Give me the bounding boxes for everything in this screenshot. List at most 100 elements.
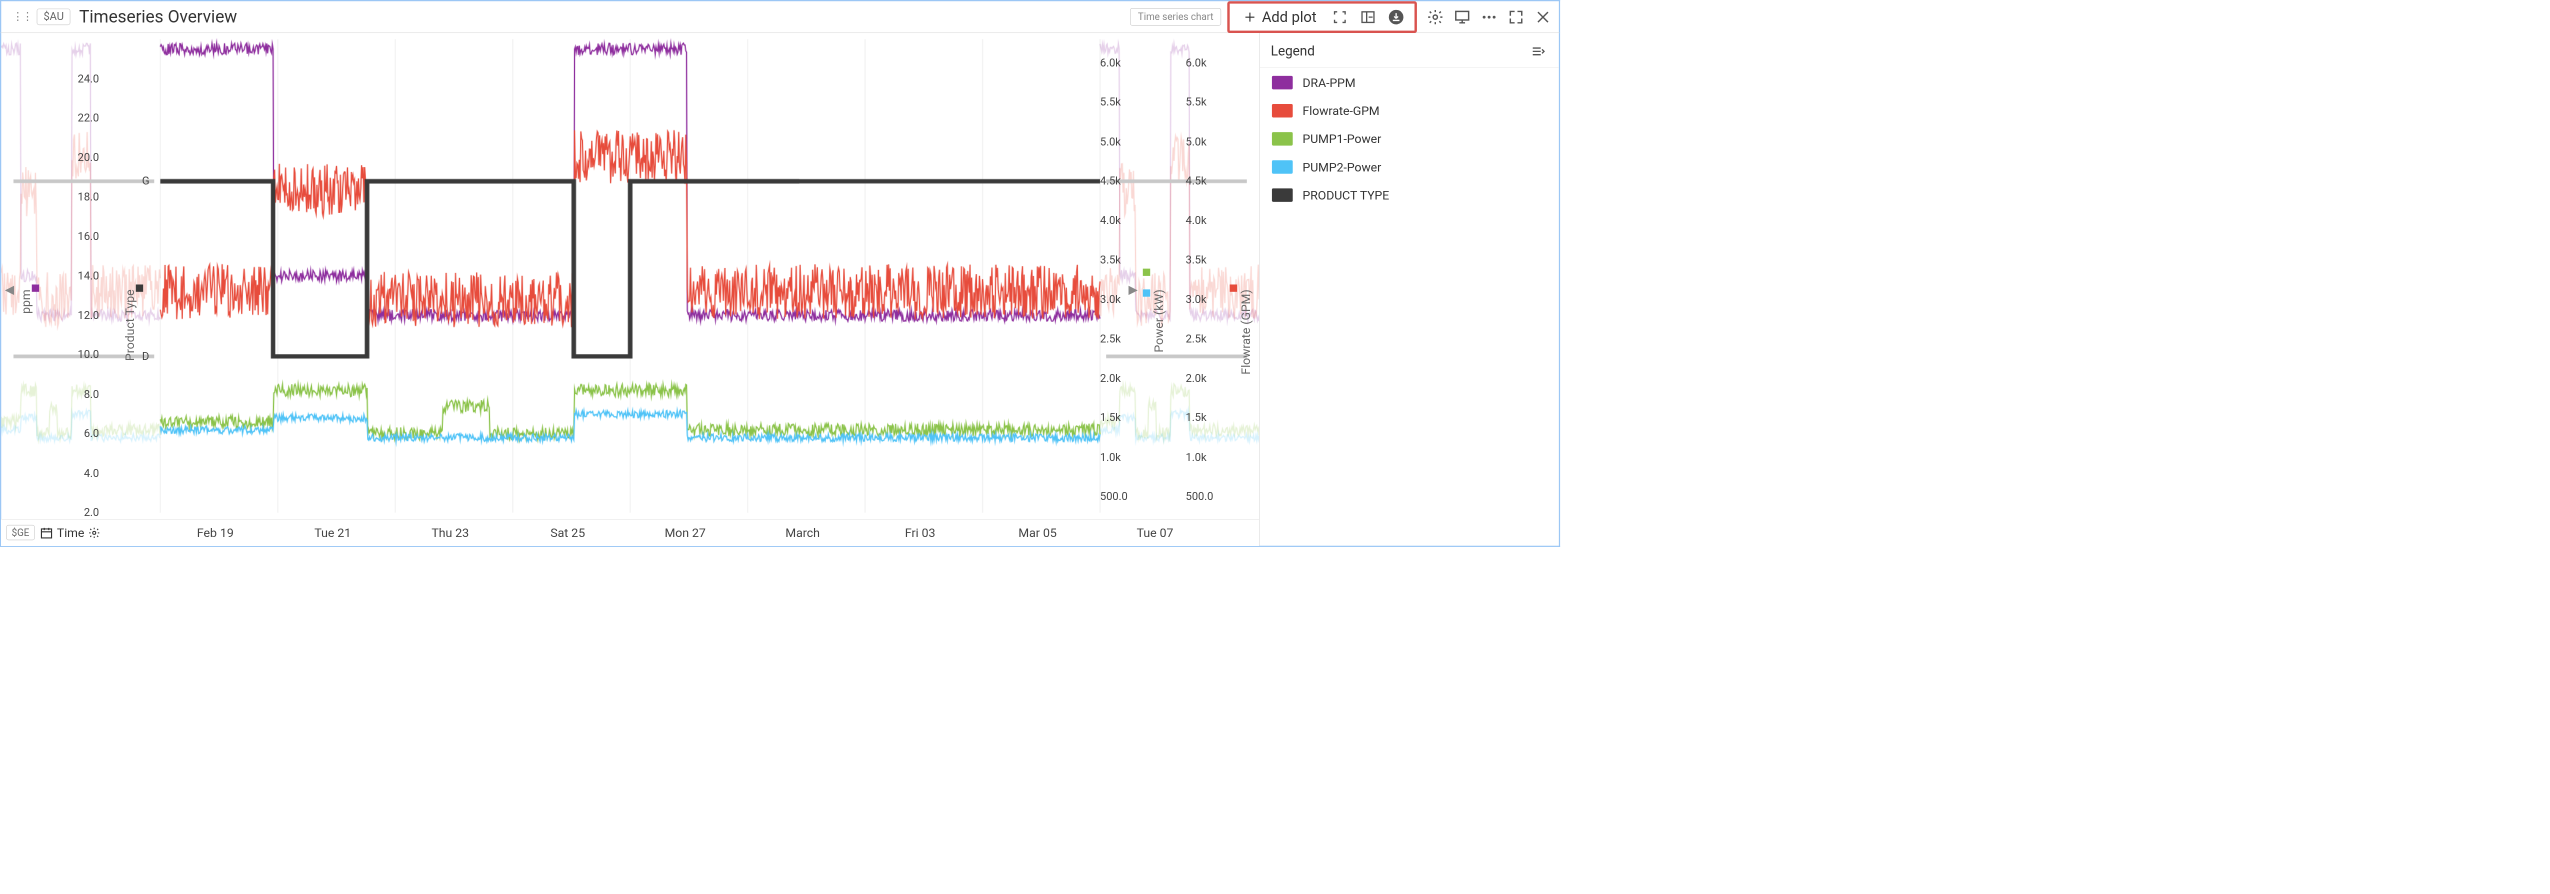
toolbar-right — [1425, 7, 1552, 27]
legend-item[interactable]: PUMP2-Power — [1272, 160, 1547, 175]
axis-label-flowrate: Flowrate (GPM) — [1238, 289, 1253, 374]
main-area: ppm Product Type Power (kW) Flowrate (GP… — [0, 33, 1560, 547]
x-tick: Thu 23 — [431, 525, 469, 540]
legend-label: PUMP2-Power — [1303, 160, 1382, 175]
y-tick-power: 4.5k — [1100, 175, 1137, 188]
y-tick-gpm: 3.0k — [1186, 293, 1223, 306]
time-label: Time — [57, 525, 85, 540]
y-tick-gpm: 500.0 — [1186, 490, 1223, 503]
x-tick: March — [785, 525, 820, 540]
settings-button[interactable] — [1425, 7, 1445, 27]
more-button[interactable] — [1479, 7, 1499, 27]
legend-swatch — [1272, 132, 1293, 145]
y-tick-gpm: 2.0k — [1186, 372, 1223, 385]
x-tick: Mar 05 — [1018, 525, 1056, 540]
y-tick-ppm: 16.0 — [62, 230, 99, 243]
y-tick-power: 5.5k — [1100, 96, 1137, 109]
prev-arrow[interactable]: ◀ — [5, 282, 14, 297]
legend-label: PRODUCT TYPE — [1303, 188, 1390, 203]
y-tick-ppm: 4.0 — [62, 467, 99, 480]
y-tick-gpm: 5.5k — [1186, 96, 1223, 109]
plot-canvas[interactable] — [1, 33, 1259, 519]
fullscreen-button[interactable] — [1506, 7, 1526, 27]
y-tick-gpm: 4.5k — [1186, 175, 1223, 188]
y-tick-ppm: 6.0 — [62, 427, 99, 440]
y-tick-product: D — [142, 350, 179, 363]
y-tick-power: 5.0k — [1100, 135, 1137, 148]
marker-product — [136, 284, 143, 291]
panel-split-icon — [1360, 9, 1376, 25]
x-tick: Sat 25 — [550, 525, 585, 540]
bottombar: $GE Time Feb 19 Tue 21 Thu 23 Sat 25 Mon 27 M… — [1, 519, 1259, 546]
focus-icon — [1332, 9, 1348, 25]
gear-icon — [88, 526, 100, 538]
expand-icon — [1507, 8, 1524, 25]
legend-item[interactable]: PRODUCT TYPE — [1272, 188, 1547, 203]
marker-pump2 — [1143, 289, 1150, 296]
axis-label-power: Power (kW) — [1151, 289, 1166, 352]
y-tick-power: 1.5k — [1100, 412, 1137, 425]
legend-item[interactable]: PUMP1-Power — [1272, 132, 1547, 147]
legend-items: DRA-PPM Flowrate-GPM PUMP1-Power PUMP2-Powe… — [1260, 68, 1559, 210]
y-tick-gpm: 4.0k — [1186, 214, 1223, 227]
x-tick: Tue 21 — [314, 525, 351, 540]
split-panel-button[interactable] — [1358, 7, 1378, 27]
x-tick: Feb 19 — [197, 525, 234, 540]
au-chip[interactable]: $AU — [37, 9, 71, 26]
add-plot-label: Add plot — [1262, 8, 1317, 25]
legend-panel: Legend DRA-PPM Flowrate-GPM PUMP1-Power PUM… — [1259, 33, 1559, 546]
presentation-icon — [1454, 8, 1471, 25]
y-tick-power: 3.0k — [1100, 293, 1137, 306]
chart-type-chip[interactable]: Time series chart — [1130, 8, 1222, 26]
legend-item[interactable]: Flowrate-GPM — [1272, 103, 1547, 118]
legend-label: PUMP1-Power — [1303, 132, 1382, 147]
calendar-icon — [40, 526, 53, 539]
marker-pump1 — [1143, 269, 1150, 276]
y-tick-gpm: 1.5k — [1186, 412, 1223, 425]
y-tick-power: 2.0k — [1100, 372, 1137, 385]
y-tick-gpm: 2.5k — [1186, 333, 1223, 346]
y-tick-gpm: 3.5k — [1186, 254, 1223, 267]
x-tick: Mon 27 — [665, 525, 706, 540]
focus-frame-button[interactable] — [1330, 7, 1350, 27]
legend-item[interactable]: DRA-PPM — [1272, 75, 1547, 90]
axis-label-ppm: ppm — [18, 289, 33, 313]
x-ticks: Feb 19 Tue 21 Thu 23 Sat 25 Mon 27 March Fri 0… — [105, 519, 1254, 545]
y-tick-ppm: 22.0 — [62, 112, 99, 125]
close-icon — [1534, 8, 1551, 25]
gear-icon — [1427, 8, 1444, 25]
y-tick-power: 6.0k — [1100, 56, 1137, 69]
legend-label: DRA-PPM — [1303, 75, 1356, 90]
legend-menu-button[interactable] — [1528, 42, 1548, 62]
y-tick-gpm: 5.0k — [1186, 135, 1223, 148]
y-tick-ppm: 8.0 — [62, 388, 99, 401]
marker-flowrate — [1230, 284, 1237, 291]
plus-icon — [1243, 10, 1256, 23]
legend-title: Legend — [1271, 44, 1315, 59]
page-title: Timeseries Overview — [79, 7, 237, 27]
y-tick-ppm: 14.0 — [62, 269, 99, 282]
close-button[interactable] — [1533, 7, 1553, 27]
ge-chip[interactable]: $GE — [6, 525, 35, 540]
highlighted-toolbar-group: Add plot — [1228, 1, 1417, 33]
time-toggle[interactable]: Time — [40, 525, 101, 540]
present-button[interactable] — [1452, 7, 1472, 27]
y-tick-power: 3.5k — [1100, 254, 1137, 267]
ellipsis-icon — [1481, 8, 1498, 25]
drag-handle-icon[interactable]: ⋮⋮ — [7, 10, 36, 23]
y-tick-power: 1.0k — [1100, 451, 1137, 464]
y-tick-power: 2.5k — [1100, 333, 1137, 346]
y-tick-ppm: 24.0 — [62, 72, 99, 85]
axis-label-product-type: Product Type — [122, 289, 137, 361]
legend-swatch — [1272, 104, 1293, 117]
y-tick-product: G — [142, 175, 179, 188]
add-plot-button[interactable]: Add plot — [1239, 6, 1322, 28]
titlebar: ⋮⋮ $AU Timeseries Overview Time series c… — [0, 0, 1560, 33]
x-tick: Fri 03 — [905, 525, 936, 540]
y-tick-ppm: 10.0 — [62, 348, 99, 361]
download-button[interactable] — [1386, 7, 1406, 27]
x-tick: Tue 07 — [1137, 525, 1174, 540]
legend-swatch — [1272, 188, 1293, 201]
legend-header: Legend — [1260, 33, 1559, 68]
chart-area[interactable]: ppm Product Type Power (kW) Flowrate (GP… — [1, 33, 1259, 546]
